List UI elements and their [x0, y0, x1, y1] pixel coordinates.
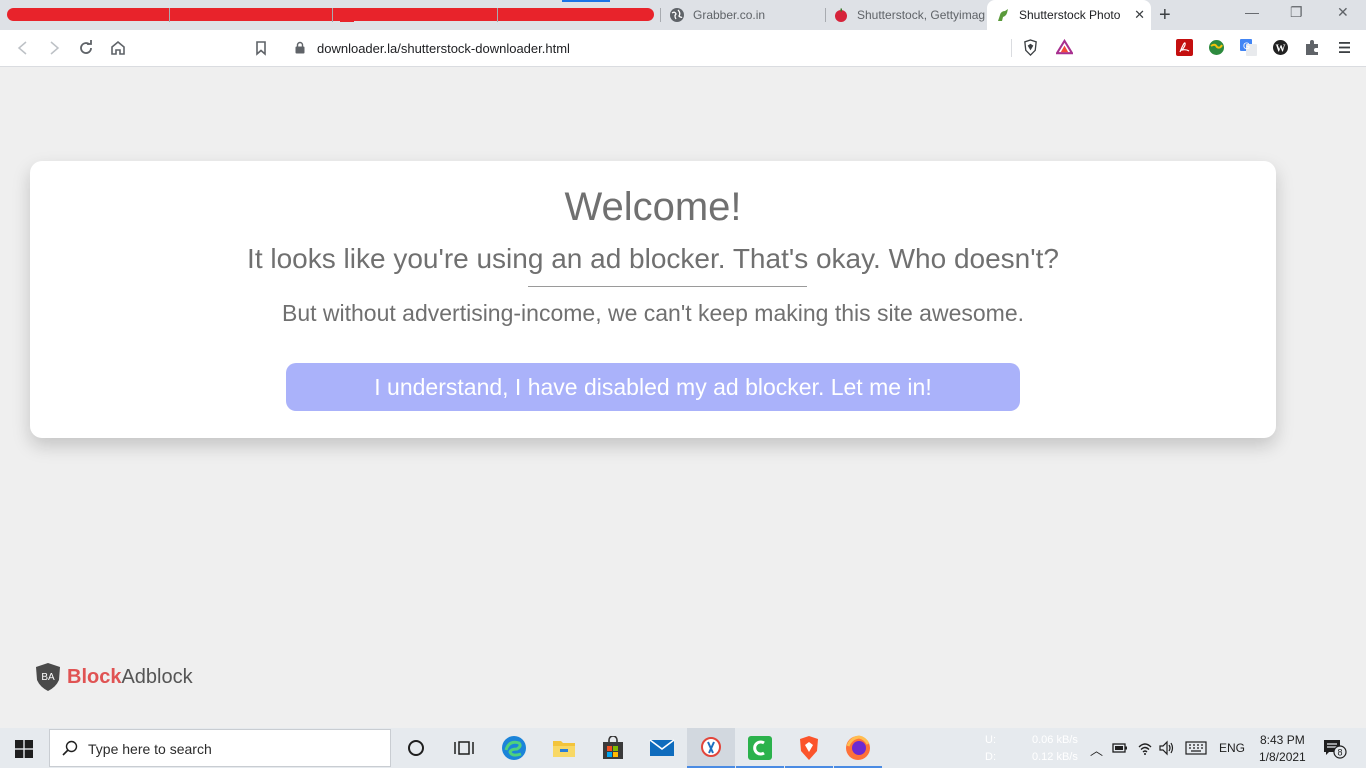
- advertising-income-text: But without advertising-income, we can't…: [281, 300, 1025, 326]
- extensions-puzzle-icon[interactable]: [1304, 39, 1321, 56]
- close-window-icon[interactable]: ✕: [1337, 4, 1349, 21]
- globe-extension-icon[interactable]: [1208, 39, 1225, 56]
- brand-name-block: Block: [67, 665, 122, 688]
- file-explorer-icon[interactable]: [540, 728, 588, 768]
- apple-icon: [835, 8, 847, 22]
- forward-icon[interactable]: [45, 39, 63, 57]
- firefox-icon[interactable]: [834, 728, 882, 768]
- back-icon[interactable]: [14, 39, 32, 57]
- tab-grabber[interactable]: Grabber.co.in: [661, 0, 824, 30]
- tab-loading-indicator: [562, 0, 610, 2]
- tab-separator: [332, 8, 333, 22]
- volume-icon[interactable]: [1159, 740, 1176, 756]
- keyboard-icon[interactable]: [1185, 741, 1207, 755]
- adblock-notice-card: Welcome! It looks like you're using an a…: [30, 161, 1276, 438]
- notification-center-icon[interactable]: 8: [1323, 739, 1347, 759]
- browser-toolbar: downloader.la/shutterstock-downloader.ht…: [0, 30, 1366, 67]
- redacted-tabs: [7, 8, 654, 21]
- snipping-tool-icon[interactable]: [687, 728, 735, 768]
- pdf-extension-icon[interactable]: [1176, 39, 1193, 56]
- wordpress-extension-icon[interactable]: W: [1272, 39, 1289, 56]
- task-view-icon[interactable]: [440, 728, 488, 768]
- tab-title: Shutterstock Photo: [1019, 8, 1121, 22]
- dinosaur-icon: [998, 9, 1008, 21]
- brave-shield-icon[interactable]: [1022, 39, 1039, 56]
- battery-icon[interactable]: [1112, 741, 1128, 755]
- net-upload-label: U:: [985, 734, 996, 746]
- clock-time: 8:43 PM: [1260, 733, 1305, 747]
- brand-name-adblock: Adblock: [121, 665, 193, 688]
- google-translate-icon[interactable]: G: [1240, 39, 1257, 56]
- svg-text:G: G: [1243, 41, 1250, 51]
- divider: [528, 286, 807, 287]
- language-indicator[interactable]: ENG: [1219, 741, 1245, 755]
- page-content: Welcome! It looks like you're using an a…: [0, 67, 1366, 728]
- chevron-up-icon[interactable]: ︿: [1090, 740, 1103, 759]
- tab-strip: Grabber.co.in Shutterstock, Gettyimag Sh…: [0, 0, 1366, 30]
- menu-icon[interactable]: [1336, 39, 1353, 56]
- address-bar[interactable]: downloader.la/shutterstock-downloader.ht…: [284, 33, 1082, 62]
- net-upload-speed: 0.06 kB/s: [1032, 734, 1078, 746]
- lock-icon[interactable]: [294, 41, 306, 54]
- camtasia-icon[interactable]: [736, 728, 784, 768]
- welcome-heading: Welcome!: [564, 185, 742, 229]
- bookmark-icon[interactable]: [252, 39, 270, 57]
- brave-rewards-icon[interactable]: [1056, 39, 1073, 56]
- net-download-label: D:: [985, 751, 996, 763]
- windows-taskbar: Type here to search U: D: 0.06 kB/s 0.12…: [0, 728, 1366, 768]
- tab-title: Shutterstock, Gettyimag: [857, 8, 985, 22]
- redacted-favicon: [340, 9, 354, 22]
- net-download-speed: 0.12 kB/s: [1032, 751, 1078, 763]
- minimize-icon[interactable]: —: [1245, 4, 1259, 20]
- tab-title: Grabber.co.in: [693, 8, 766, 22]
- new-tab-button[interactable]: +: [1159, 4, 1171, 27]
- brave-browser-icon[interactable]: [785, 728, 833, 768]
- omnibox-separator: [1011, 39, 1012, 57]
- home-icon[interactable]: [109, 39, 127, 57]
- clock-date: 1/8/2021: [1259, 750, 1306, 764]
- search-placeholder: Type here to search: [88, 741, 212, 757]
- brand-name: BlockAdblock: [67, 666, 193, 689]
- search-icon: [62, 740, 78, 756]
- shield-icon: BA: [36, 663, 60, 691]
- brand-badge: BA: [41, 672, 55, 683]
- svg-text:W: W: [1276, 44, 1286, 55]
- disabled-adblocker-button[interactable]: I understand, I have disabled my ad bloc…: [286, 363, 1020, 411]
- edge-icon[interactable]: [490, 728, 538, 768]
- taskbar-search-box[interactable]: Type here to search: [49, 729, 391, 767]
- wifi-icon[interactable]: [1137, 740, 1153, 756]
- tab-shutterstock-photo[interactable]: Shutterstock Photo ✕: [987, 0, 1151, 30]
- tab-shutterstock-gettyimages[interactable]: Shutterstock, Gettyimag: [825, 0, 985, 30]
- close-tab-icon[interactable]: ✕: [1134, 7, 1145, 23]
- reload-icon[interactable]: [77, 39, 95, 57]
- adblock-detected-text: It looks like you're using an ad blocker…: [247, 243, 1059, 274]
- blockadblock-logo[interactable]: BA BlockAdblock: [34, 662, 193, 692]
- restore-icon[interactable]: ❐: [1290, 4, 1303, 21]
- tab-separator: [497, 8, 498, 22]
- mail-icon[interactable]: [638, 728, 686, 768]
- url-text: downloader.la/shutterstock-downloader.ht…: [317, 41, 570, 56]
- notification-count: 8: [1337, 748, 1342, 758]
- store-icon[interactable]: [589, 728, 637, 768]
- windows-start-icon[interactable]: [15, 740, 33, 758]
- cortana-icon[interactable]: [392, 728, 440, 768]
- tab-separator: [169, 8, 170, 22]
- clock[interactable]: 8:43 PM 1/8/2021: [1259, 732, 1306, 766]
- globe-icon: [670, 8, 684, 22]
